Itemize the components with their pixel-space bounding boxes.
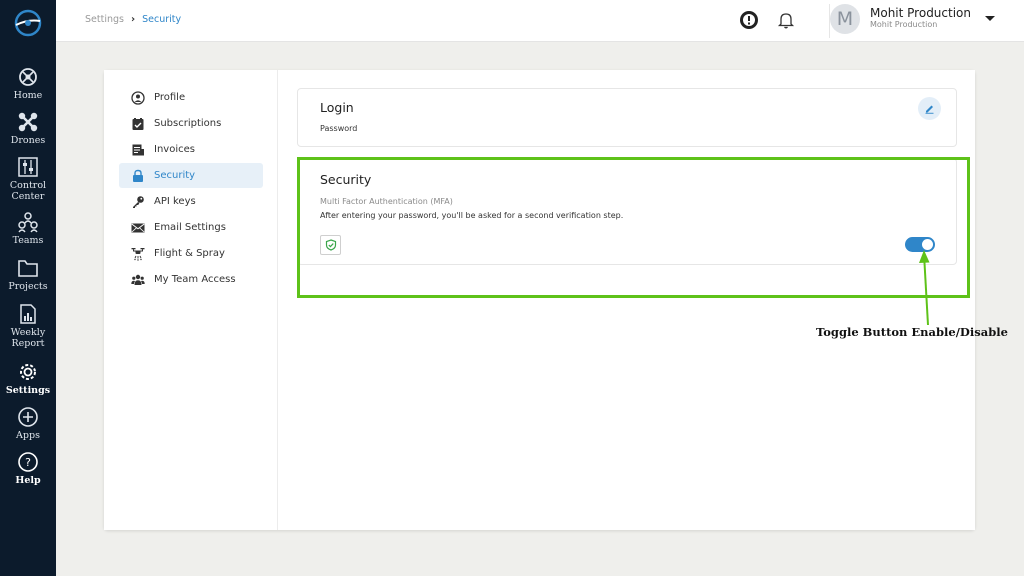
app-logo[interactable] — [13, 8, 43, 38]
avatar[interactable]: M — [830, 4, 860, 34]
profile-icon — [131, 90, 145, 105]
apps-icon — [17, 406, 39, 428]
teams-icon — [17, 211, 39, 233]
annotation-highlight-box — [297, 157, 970, 298]
breadcrumb-current: Security — [142, 14, 182, 25]
rail-label-control-center: Control Center — [9, 180, 47, 202]
app-rail: Home Drones Control Center Teams Project… — [0, 0, 56, 576]
annotation-label: Toggle Button Enable/Disable — [816, 325, 1008, 339]
settings-nav-label: Invoices — [154, 144, 195, 155]
svg-text:?: ? — [25, 456, 31, 469]
rail-item-apps[interactable]: Apps — [0, 406, 56, 441]
settings-nav-label: My Team Access — [154, 274, 236, 285]
settings-card: Profile Subscriptions Invoices Security — [104, 70, 975, 530]
drone-spray-icon — [131, 247, 145, 261]
rail-item-home[interactable]: Home — [0, 66, 56, 101]
weekly-report-icon — [17, 303, 39, 325]
rail-label-weekly-report: Weekly Report — [10, 327, 46, 349]
rail-label-settings: Settings — [5, 385, 51, 396]
settings-nav-label: API keys — [154, 196, 196, 207]
subscriptions-icon — [131, 117, 145, 131]
settings-nav-profile[interactable]: Profile — [119, 85, 263, 110]
top-bar: Settings › Security M Mohit Production M… — [56, 0, 1024, 42]
pencil-icon — [924, 99, 935, 118]
settings-nav-label: Profile — [154, 92, 186, 103]
rail-label-drones: Drones — [10, 135, 46, 146]
user-org: Mohit Production — [870, 20, 938, 29]
rail-label-apps: Apps — [16, 430, 40, 441]
settings-nav: Profile Subscriptions Invoices Security — [104, 70, 278, 530]
control-center-icon — [17, 156, 39, 178]
login-section: Login Password — [297, 88, 957, 147]
home-icon — [17, 66, 39, 88]
rail-item-projects[interactable]: Projects — [0, 257, 56, 292]
annotation-arrow — [919, 250, 930, 326]
settings-content: Login Password Security Multi Factor Aut… — [278, 70, 975, 530]
bell-icon[interactable] — [775, 9, 797, 31]
settings-nav-flight-spray[interactable]: Flight & Spray — [119, 241, 263, 266]
settings-nav-label: Subscriptions — [154, 118, 222, 129]
alert-icon[interactable] — [738, 9, 760, 31]
settings-nav-label: Flight & Spray — [154, 248, 225, 259]
rail-label-projects: Projects — [8, 281, 48, 292]
breadcrumb-separator: › — [130, 14, 136, 25]
lock-icon — [131, 169, 145, 183]
rail-label-teams: Teams — [12, 235, 44, 246]
settings-nav-email-settings[interactable]: Email Settings — [119, 215, 263, 240]
help-icon: ? — [17, 451, 39, 473]
drone-icon — [17, 111, 39, 133]
settings-nav-invoices[interactable]: Invoices — [119, 137, 263, 162]
breadcrumb: Settings › Security — [85, 14, 181, 25]
user-name[interactable]: Mohit Production — [870, 6, 971, 20]
email-icon — [131, 221, 145, 235]
key-icon — [131, 195, 145, 209]
settings-nav-subscriptions[interactable]: Subscriptions — [119, 111, 263, 136]
edit-login-button[interactable] — [918, 97, 941, 120]
settings-nav-security[interactable]: Security — [119, 163, 263, 188]
rail-item-settings[interactable]: Settings — [0, 361, 56, 396]
rail-item-help[interactable]: ? Help — [0, 451, 56, 486]
settings-nav-label: Security — [154, 170, 196, 181]
settings-icon — [17, 361, 39, 383]
chevron-down-icon[interactable] — [985, 16, 995, 21]
login-subtitle: Password — [320, 124, 358, 133]
projects-icon — [17, 257, 39, 279]
rail-label-help: Help — [15, 475, 41, 486]
rail-item-drones[interactable]: Drones — [0, 111, 56, 146]
rail-item-control-center[interactable]: Control Center — [0, 156, 56, 202]
settings-nav-my-team-access[interactable]: My Team Access — [119, 267, 263, 292]
rail-item-weekly-report[interactable]: Weekly Report — [0, 303, 56, 349]
invoices-icon — [131, 143, 145, 157]
settings-nav-label: Email Settings — [154, 222, 226, 233]
rail-item-teams[interactable]: Teams — [0, 211, 56, 246]
rail-label-home: Home — [13, 90, 43, 101]
team-access-icon — [131, 273, 145, 287]
breadcrumb-settings[interactable]: Settings — [85, 14, 124, 25]
settings-nav-api-keys[interactable]: API keys — [119, 189, 263, 214]
login-title: Login — [320, 100, 354, 115]
